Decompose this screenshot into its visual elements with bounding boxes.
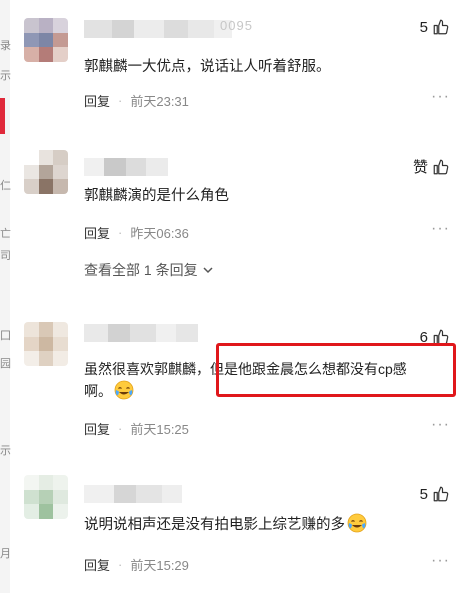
timestamp: 前天23:31 — [130, 94, 189, 109]
username-blurred[interactable] — [84, 324, 198, 342]
avatar[interactable] — [24, 18, 68, 62]
comment-text-line2: 啊。 — [84, 383, 112, 399]
separator-dot: · — [118, 93, 123, 108]
like-count: 5 — [419, 485, 428, 503]
edge-text: 司 — [0, 250, 11, 262]
crying-laughing-emoji-icon — [114, 380, 134, 400]
more-options-button[interactable]: ··· — [431, 552, 450, 570]
username-blurred[interactable] — [84, 485, 182, 503]
like-count: 5 — [419, 18, 428, 36]
edge-text: 囗 — [0, 330, 11, 342]
avatar[interactable] — [24, 322, 68, 366]
comment-text: 郭麒麟一大优点，说话让人听着舒服。 — [84, 59, 331, 75]
more-options-button[interactable]: ··· — [431, 220, 450, 238]
comment-text: 郭麒麟演的是什么角色 — [84, 188, 229, 204]
comment-meta: 回复 · 前天15:25 — [84, 419, 189, 438]
separator-dot: · — [118, 557, 123, 572]
highlight-annotation-box — [216, 343, 456, 397]
avatar[interactable] — [24, 150, 68, 194]
comment-item: 5 说明说相声还是没有拍电影上综艺赚的多 回复 · 前天15:29 ··· — [24, 475, 458, 585]
chevron-down-icon — [203, 267, 213, 274]
view-replies-label: 查看全部 1 条回复 — [84, 262, 198, 278]
more-options-button[interactable]: ··· — [431, 416, 450, 434]
thumbs-up-icon — [433, 19, 449, 35]
thumbs-up-icon — [433, 159, 449, 174]
edge-text: 园 — [0, 358, 11, 370]
comment-item: 赞 郭麒麟演的是什么角色 回复 · 昨天06:36 ··· 查看全部 1 条回复 — [24, 150, 458, 290]
separator-dot: · — [118, 225, 123, 240]
edge-text: 录 — [0, 40, 11, 52]
edge-text: 月 — [0, 548, 11, 560]
edge-text: 亡 — [0, 228, 11, 240]
like-label: 赞 — [412, 159, 428, 176]
view-all-replies-link[interactable]: 查看全部 1 条回复 — [84, 260, 214, 280]
comment-meta: 回复 · 昨天06:36 — [84, 223, 189, 242]
reply-button[interactable]: 回复 — [84, 555, 110, 574]
comment-meta: 回复 · 前天15:29 — [84, 555, 189, 574]
left-panel-edge: 录 示 仁 亡 司 囗 园 示 月 — [0, 0, 11, 593]
comment-item: 0095 5 郭麒麟一大优点，说话让人听着舒服。 回复 · 前天23:31 ··… — [24, 18, 458, 128]
timestamp: 前天15:29 — [130, 558, 189, 573]
reply-button[interactable]: 回复 — [84, 419, 110, 438]
username-tail: 0095 — [220, 18, 253, 33]
comment-text-content: 说明说相声还是没有拍电影上综艺赚的多 — [84, 517, 345, 533]
edge-text: 示 — [0, 445, 11, 457]
thumbs-up-icon — [433, 486, 449, 502]
timestamp: 前天15:25 — [130, 422, 189, 437]
like-button[interactable]: 5 — [420, 18, 450, 36]
separator-dot: · — [118, 421, 123, 436]
reply-button[interactable]: 回复 — [84, 91, 110, 110]
reply-button[interactable]: 回复 — [84, 223, 110, 242]
username-blurred[interactable] — [84, 158, 168, 176]
edge-text: 示 — [0, 70, 11, 82]
avatar[interactable] — [24, 475, 68, 519]
edge-text: 仁 — [0, 180, 11, 192]
edge-accent — [0, 98, 5, 134]
more-options-button[interactable]: ··· — [431, 88, 450, 106]
username-blurred[interactable] — [84, 20, 232, 38]
like-button[interactable]: 赞 — [413, 156, 450, 177]
timestamp: 昨天06:36 — [130, 226, 189, 241]
like-button[interactable]: 5 — [420, 485, 450, 503]
comment-text: 说明说相声还是没有拍电影上综艺赚的多 — [84, 513, 456, 536]
crying-laughing-emoji-icon — [347, 513, 367, 533]
comment-meta: 回复 · 前天23:31 — [84, 91, 189, 110]
